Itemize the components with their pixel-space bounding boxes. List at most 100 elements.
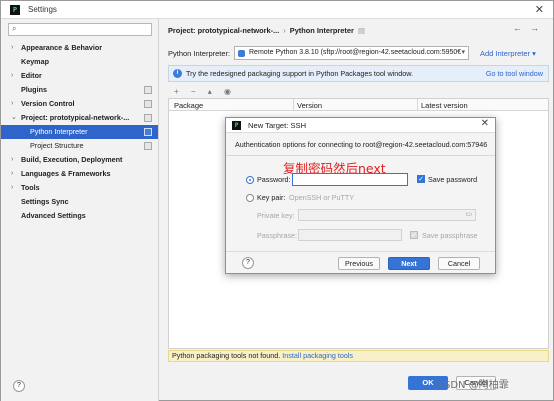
- interpreter-label: Python Interpreter:: [168, 49, 231, 58]
- sidebar-item-label: Plugins: [21, 85, 47, 94]
- chevron-right-icon[interactable]: ›: [11, 97, 13, 111]
- chevron-right-icon[interactable]: ›: [11, 167, 13, 181]
- breadcrumb-page: Python Interpreter: [289, 26, 354, 35]
- previous-button[interactable]: Previous: [338, 257, 380, 270]
- dialog-title: New Target: SSH: [248, 121, 307, 130]
- project-scope-icon: [144, 100, 152, 108]
- help-icon[interactable]: ?: [242, 257, 254, 269]
- column-latest-version[interactable]: Latest version: [421, 101, 468, 110]
- back-arrow-icon[interactable]: ←: [513, 23, 530, 33]
- password-radio[interactable]: [246, 176, 254, 184]
- dialog-cancel-button[interactable]: Cancel: [438, 257, 480, 270]
- passphrase-label: Passphrase:: [257, 231, 297, 240]
- window-title: Settings: [28, 5, 57, 14]
- warning-text: Python packaging tools not found.: [172, 351, 281, 360]
- new-target-ssh-dialog: P New Target: SSH ✕ Authentication optio…: [225, 117, 496, 274]
- project-scope-icon: [144, 114, 152, 122]
- sidebar-item[interactable]: › Editor: [1, 69, 158, 83]
- chevron-down-icon[interactable]: ⌄: [11, 111, 17, 125]
- password-field[interactable]: [292, 173, 408, 186]
- sidebar-item[interactable]: Plugins: [1, 83, 158, 97]
- breadcrumb-project[interactable]: Project: prototypical-network-...: [168, 26, 279, 35]
- sidebar-item[interactable]: › Version Control: [1, 97, 158, 111]
- pycharm-logo-icon: P: [10, 5, 20, 15]
- table-header: Package Version Latest version: [169, 99, 548, 111]
- key-pair-hint: OpenSSH or PuTTY: [289, 193, 355, 202]
- column-version[interactable]: Version: [297, 101, 322, 110]
- sidebar-item[interactable]: ⌄ Project: prototypical-network-...: [1, 111, 158, 125]
- project-scope-icon: [144, 86, 152, 94]
- sidebar-item-label: Build, Execution, Deployment: [21, 155, 123, 164]
- search-icon: ⌕: [12, 24, 17, 33]
- sidebar-item-label: Tools: [21, 183, 40, 192]
- sidebar-item-label: Settings Sync: [21, 197, 69, 206]
- python-icon: [238, 50, 245, 57]
- sidebar-item[interactable]: › Languages & Frameworks: [1, 167, 158, 181]
- help-icon[interactable]: ?: [13, 380, 25, 392]
- add-interpreter-link[interactable]: Add Interpreter ▾: [480, 49, 536, 58]
- sidebar-item[interactable]: Project Structure: [1, 139, 158, 153]
- project-scope-icon: ▤: [357, 26, 365, 35]
- column-package[interactable]: Package: [174, 101, 203, 110]
- close-icon[interactable]: ✕: [481, 118, 489, 129]
- key-pair-label: Key pair:: [257, 193, 286, 202]
- key-pair-radio[interactable]: [246, 194, 254, 202]
- private-key-label: Private key:: [257, 211, 295, 220]
- sidebar-item[interactable]: › Appearance & Behavior: [1, 41, 158, 55]
- chevron-down-icon: ▾: [461, 49, 465, 56]
- history-arrows: ←→: [513, 23, 547, 33]
- save-passphrase-label: Save passphrase: [422, 231, 478, 240]
- interpreter-select[interactable]: Remote Python 3.8.10 (sftp://root@region…: [234, 46, 469, 60]
- interpreter-value: Remote Python 3.8.10 (sftp://root@region…: [249, 49, 462, 56]
- sidebar-item[interactable]: Advanced Settings: [1, 209, 158, 223]
- folder-icon[interactable]: ▭: [465, 210, 472, 218]
- divider: [226, 155, 495, 156]
- sidebar-item-label: Editor: [21, 71, 42, 80]
- save-passphrase-checkbox[interactable]: ✓: [410, 231, 418, 239]
- dialog-title-bar: P New Target: SSH ✕: [226, 118, 495, 133]
- info-icon: i: [173, 69, 182, 78]
- notice-text: Try the redesigned packaging support in …: [186, 69, 414, 78]
- column-divider: [417, 99, 418, 111]
- sidebar-item-label: Advanced Settings: [21, 211, 86, 220]
- sidebar-item-label: Version Control: [21, 99, 75, 108]
- sidebar-item-label: Python Interpreter: [30, 127, 88, 136]
- save-password-label: Save password: [428, 175, 478, 184]
- sidebar-item[interactable]: › Build, Execution, Deployment: [1, 153, 158, 167]
- search-input[interactable]: ⌕: [8, 23, 152, 36]
- watermark: CSDN @陶柏霏: [437, 380, 509, 391]
- chevron-right-icon[interactable]: ›: [11, 41, 13, 55]
- forward-arrow-icon[interactable]: →: [530, 23, 547, 33]
- chevron-right-icon[interactable]: ›: [11, 153, 13, 167]
- sidebar-item-label: Appearance & Behavior: [21, 43, 103, 52]
- breadcrumb-separator: ›: [283, 26, 286, 35]
- sidebar-item[interactable]: Settings Sync: [1, 195, 158, 209]
- chevron-right-icon[interactable]: ›: [11, 181, 13, 195]
- settings-sidebar: ⌕ › Appearance & Behavior Keymap › Editor Plu…: [1, 19, 159, 401]
- project-scope-icon: [144, 142, 152, 150]
- sidebar-item[interactable]: Python Interpreter: [1, 125, 158, 139]
- passphrase-field[interactable]: [298, 229, 402, 241]
- breadcrumb: Project: prototypical-network-... › Python…: [168, 26, 365, 35]
- next-button[interactable]: Next: [388, 257, 430, 270]
- sidebar-item[interactable]: Keymap: [1, 55, 158, 69]
- settings-nav: › Appearance & Behavior Keymap › Editor Plugi…: [1, 41, 158, 223]
- divider: [226, 251, 495, 252]
- sidebar-item[interactable]: › Tools: [1, 181, 158, 195]
- packaging-notice: i Try the redesigned packaging support i…: [168, 65, 549, 82]
- sidebar-item-label: Keymap: [21, 57, 49, 66]
- sidebar-item-label: Languages & Frameworks: [21, 169, 111, 178]
- close-icon[interactable]: ✕: [535, 3, 544, 16]
- packaging-warning: Python packaging tools not found. Instal…: [168, 350, 549, 362]
- project-scope-icon: [144, 128, 152, 136]
- title-bar: P Settings ✕: [1, 1, 553, 19]
- private-key-field[interactable]: ▭: [298, 209, 476, 221]
- dialog-description: Authentication options for connecting to…: [235, 140, 488, 149]
- chevron-right-icon[interactable]: ›: [11, 69, 13, 83]
- pycharm-logo-icon: P: [232, 121, 241, 130]
- go-to-tool-window-link[interactable]: Go to tool window: [486, 66, 543, 81]
- column-divider: [293, 99, 294, 111]
- install-packaging-tools-link[interactable]: Install packaging tools: [282, 351, 353, 360]
- package-toolbar[interactable]: + − ▴ ◉: [168, 85, 549, 98]
- save-password-checkbox[interactable]: ✓: [417, 175, 425, 183]
